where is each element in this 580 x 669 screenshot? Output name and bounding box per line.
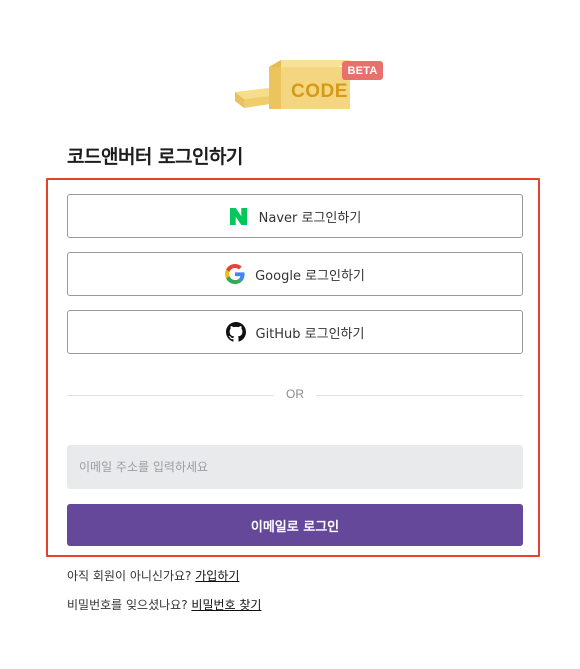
email-input[interactable] (67, 445, 523, 489)
signup-prompt-line: 아직 회원이 아니신가요? 가입하기 (67, 567, 239, 584)
naver-n-icon (229, 206, 249, 226)
signup-link[interactable]: 가입하기 (195, 569, 239, 583)
reset-password-link[interactable]: 비밀번호 찾기 (191, 598, 261, 612)
naver-login-label: Naver 로그인하기 (258, 210, 362, 226)
github-login-label: GitHub 로그인하기 (255, 326, 365, 342)
github-login-button[interactable]: GitHub 로그인하기 (67, 310, 523, 354)
divider-label: OR (286, 387, 304, 401)
google-login-button[interactable]: Google 로그인하기 (67, 252, 523, 296)
beta-badge: BETA (342, 61, 383, 80)
google-g-icon (225, 264, 245, 284)
logo-text: CODE (291, 81, 348, 102)
page-title: 코드앤버터 로그인하기 (67, 146, 243, 168)
divider-line-right (316, 395, 523, 396)
signup-prompt-text: 아직 회원이 아니신가요? (67, 569, 192, 583)
google-login-label: Google 로그인하기 (255, 268, 365, 284)
email-login-button[interactable]: 이메일로 로그인 (67, 504, 523, 546)
github-octocat-icon (225, 322, 246, 342)
or-divider: OR (67, 387, 523, 401)
divider-line-left (67, 395, 274, 396)
naver-login-button[interactable]: Naver 로그인하기 (67, 194, 523, 238)
reset-prompt-text: 비밀번호를 잊으셨나요? (67, 598, 188, 612)
reset-password-line: 비밀번호를 잊으셨나요? 비밀번호 찾기 (67, 596, 261, 613)
